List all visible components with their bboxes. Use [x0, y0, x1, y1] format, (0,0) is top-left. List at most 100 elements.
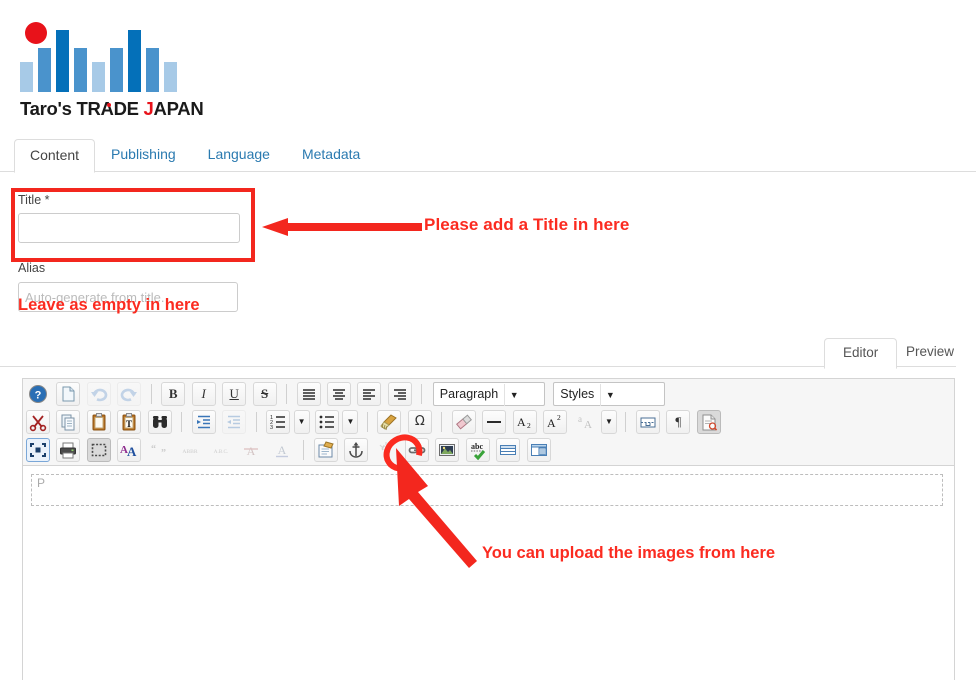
image-annotation-text: You can upload the images from here [482, 544, 776, 562]
toolbar-separator [366, 412, 368, 432]
tab-publishing[interactable]: Publishing [95, 138, 192, 171]
tab-metadata[interactable]: Metadata [286, 138, 376, 171]
svg-text:2: 2 [557, 413, 561, 422]
svg-text:A: A [247, 444, 256, 458]
toolbar-separator [421, 384, 423, 404]
align-left-icon[interactable] [357, 382, 382, 406]
logo-wordmark: Taro's TRA DE JAPAN [20, 98, 204, 120]
logo-bar [128, 30, 141, 92]
italic-icon[interactable]: I [191, 382, 216, 406]
logo-bar [146, 48, 159, 92]
anchor-icon[interactable] [343, 438, 368, 462]
text-color-icon: aA [574, 410, 598, 434]
layout-icon[interactable] [526, 438, 551, 462]
logo-bar [38, 48, 51, 92]
tab-preview[interactable]: Preview [888, 338, 972, 367]
svg-text:T: T [126, 419, 132, 429]
svg-text:A.B.C.: A.B.C. [213, 449, 228, 455]
toolbar-separator [255, 412, 257, 432]
tab-editor[interactable]: Editor [824, 338, 898, 369]
print-icon[interactable] [56, 438, 81, 462]
styles-select-value: Styles [560, 387, 595, 401]
svg-text:”: ” [161, 448, 166, 459]
format-select-value: Paragraph [439, 387, 499, 401]
subscript-icon[interactable]: A2 [512, 410, 537, 434]
redo-icon [117, 382, 142, 406]
new-document-icon[interactable] [56, 382, 81, 406]
help-icon[interactable]: ? [26, 382, 50, 406]
clean-formatting-icon[interactable] [377, 410, 402, 434]
chevron-down-icon[interactable]: ▼ [342, 410, 359, 434]
align-justify-icon[interactable] [296, 382, 321, 406]
svg-text:2: 2 [527, 421, 531, 430]
align-center-icon[interactable] [326, 382, 351, 406]
logo-bar [164, 62, 177, 92]
tab-content[interactable]: Content [14, 139, 96, 173]
alias-label: Alias [18, 261, 46, 275]
align-right-icon[interactable] [387, 382, 412, 406]
toolbar-separator [150, 384, 152, 404]
toolbar-separator [441, 412, 443, 432]
find-replace-icon[interactable] [147, 410, 172, 434]
template-icon[interactable] [313, 438, 338, 462]
logo-bar [92, 62, 105, 92]
logo-bar [74, 48, 87, 92]
special-character-icon[interactable]: Ω [407, 410, 432, 434]
horizontal-rule-icon[interactable] [482, 410, 507, 434]
title-input[interactable] [18, 213, 240, 243]
logo-bar-chart [20, 22, 177, 92]
toolbar-separator [286, 384, 288, 404]
chevron-down-icon[interactable]: ▼ [293, 410, 310, 434]
delete-text-icon: A [239, 438, 263, 462]
chevron-down-icon[interactable]: ▼ [600, 384, 619, 406]
toolbar-separator [625, 412, 627, 432]
bold-icon[interactable]: B [161, 382, 186, 406]
show-invisible-icon[interactable]: ¶ [666, 410, 691, 434]
indent-icon[interactable] [191, 410, 216, 434]
logo-red-dot [25, 22, 47, 44]
svg-text:“: “ [151, 444, 156, 455]
tab-language[interactable]: Language [192, 138, 286, 171]
bullet-list-icon[interactable] [314, 410, 339, 434]
superscript-icon[interactable]: A2 [543, 410, 568, 434]
outdent-icon [222, 410, 247, 434]
title-label: Title * [18, 193, 50, 207]
editor-content-area-bottom [22, 660, 955, 680]
logo-text-part2: DE [113, 98, 144, 119]
format-select[interactable]: Paragraph ▼ [432, 382, 545, 406]
strikethrough-icon[interactable]: S [252, 382, 277, 406]
copy-icon[interactable] [56, 410, 81, 434]
svg-text:ABBR: ABBR [183, 449, 199, 455]
numbered-list-icon[interactable]: 123 [266, 410, 291, 434]
logo-a-red-dot [106, 103, 111, 107]
eraser-icon[interactable] [451, 410, 476, 434]
svg-text:A: A [127, 444, 137, 459]
paste-icon[interactable] [86, 410, 111, 434]
paragraph-tag-label: P [37, 476, 46, 490]
fullscreen-icon[interactable] [26, 438, 50, 462]
logo-text-part3: APAN [153, 98, 204, 119]
site-logo: Taro's TRA DE JAPAN [20, 22, 204, 122]
paste-as-text-icon[interactable]: T [117, 410, 142, 434]
cut-icon[interactable] [26, 410, 50, 434]
logo-text-j: J [143, 98, 154, 119]
svg-text:A: A [547, 416, 556, 430]
chevron-down-icon[interactable]: ▼ [504, 384, 523, 406]
page-break-icon[interactable] [635, 410, 660, 434]
visual-blocks-icon[interactable] [86, 438, 111, 462]
svg-text:a: a [578, 414, 582, 424]
editor-tab-underline [0, 366, 956, 367]
undo-icon [86, 382, 111, 406]
underline-icon[interactable]: U [222, 382, 247, 406]
toolbar-row-2: T 123 ▼ ▼ Ω A 2 A 2 a A ▼ ¶ [23, 407, 954, 435]
logo-bar [56, 30, 69, 92]
chevron-down-icon: ▼ [600, 410, 617, 434]
styles-select[interactable]: Styles ▼ [553, 382, 666, 406]
title-annotation-text: Please add a Title in here [424, 215, 630, 234]
acronym-icon: A.B.C. [209, 438, 233, 462]
logo-bar [20, 62, 33, 92]
logo-text-part1: Taro's TR [20, 98, 101, 119]
svg-text:?: ? [35, 390, 42, 402]
spellcheck-icon[interactable]: AA [117, 438, 142, 462]
source-code-icon[interactable] [696, 410, 721, 434]
